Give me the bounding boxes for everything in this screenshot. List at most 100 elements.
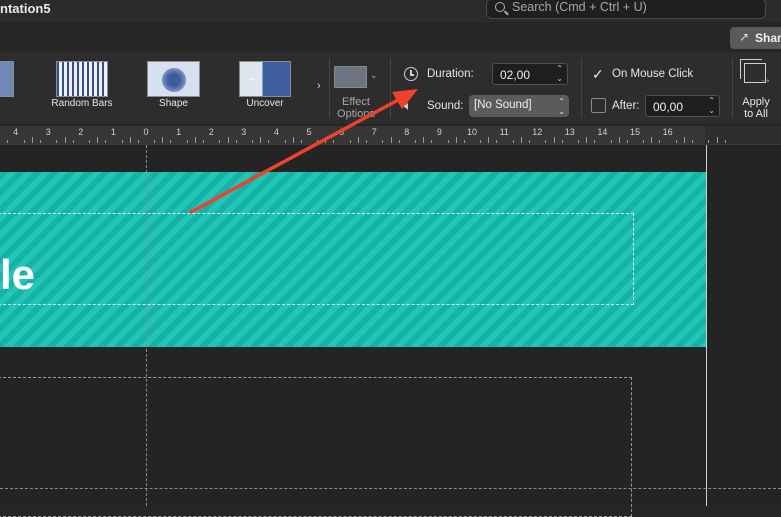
ruler-tick bbox=[594, 140, 596, 143]
ruler-tick bbox=[683, 137, 685, 143]
ruler-tick bbox=[708, 140, 710, 143]
ruler-tick bbox=[643, 140, 645, 143]
ruler-tick bbox=[97, 137, 99, 143]
ruler-tick bbox=[463, 140, 465, 143]
select-arrows-icon: ⌃ ⌄ bbox=[558, 97, 565, 116]
ruler-tick bbox=[227, 137, 229, 143]
share-button[interactable]: ↗ Shar bbox=[730, 27, 781, 49]
ruler-label: 14 bbox=[597, 127, 608, 137]
ruler-tick bbox=[716, 137, 718, 143]
ruler-tick bbox=[31, 137, 33, 143]
horizontal-ruler[interactable]: 4 3 2 1 0 1 2 3 4 5 6 7 8 9 10 11 12 13 14 15 16 bbox=[0, 126, 781, 145]
stepper-arrows-icon[interactable]: ⌃ ⌄ bbox=[556, 64, 563, 84]
ruler-tick bbox=[219, 140, 221, 143]
ruler-tick bbox=[724, 140, 726, 143]
ruler-tick bbox=[659, 140, 661, 143]
content-placeholder[interactable] bbox=[0, 377, 632, 517]
duration-label: Duration: bbox=[427, 68, 474, 80]
ruler-tick bbox=[325, 137, 327, 143]
transition-random-bars[interactable] bbox=[56, 61, 108, 97]
ruler-tick bbox=[284, 140, 286, 143]
ruler-label: 2 bbox=[78, 127, 84, 137]
ruler-tick bbox=[496, 140, 498, 143]
ruler-tick bbox=[64, 137, 66, 143]
ruler-label: 5 bbox=[306, 127, 312, 137]
chevron-down-icon[interactable]: ⌄ bbox=[370, 70, 378, 81]
ruler-label: 2 bbox=[208, 127, 214, 137]
title-placeholder[interactable] bbox=[0, 213, 634, 305]
ruler-tick bbox=[333, 140, 335, 143]
apply-to-all-icon[interactable] bbox=[740, 59, 772, 86]
transition-random-bars-label: Random Bars bbox=[51, 98, 113, 109]
share-icon: ↗ bbox=[739, 30, 750, 44]
ruler-tick bbox=[520, 137, 522, 143]
ruler-tick bbox=[349, 140, 351, 143]
gallery-next-chevron-icon[interactable]: › bbox=[317, 80, 321, 92]
ruler-tick bbox=[105, 140, 107, 143]
ruler-label: 4 bbox=[13, 127, 19, 137]
duration-value[interactable]: 02,00 bbox=[500, 68, 530, 82]
sound-select[interactable]: [No Sound] ⌃ ⌄ bbox=[469, 95, 569, 117]
ribbon-divider bbox=[390, 58, 391, 118]
ruler-tick bbox=[586, 137, 588, 143]
ruler-tick bbox=[382, 140, 384, 143]
ruler-tick bbox=[675, 140, 677, 143]
ruler-tick bbox=[154, 140, 156, 143]
ruler-tick bbox=[431, 140, 433, 143]
ruler-label: 1 bbox=[110, 127, 116, 137]
ruler-tick bbox=[455, 137, 457, 143]
slide-title-text[interactable]: le bbox=[0, 251, 35, 299]
ribbon-divider bbox=[329, 58, 330, 118]
ruler-tick bbox=[561, 140, 563, 143]
ruler-label: 13 bbox=[564, 127, 575, 137]
stepper-arrows-icon[interactable]: ⌃ ⌄ bbox=[708, 96, 715, 116]
ruler-tick bbox=[618, 137, 620, 143]
ruler-tick bbox=[194, 137, 196, 143]
ruler-tick bbox=[292, 137, 294, 143]
after-label: After: bbox=[612, 100, 640, 112]
search-placeholder: Search (Cmd + Ctrl + U) bbox=[512, 0, 647, 14]
ruler-tick bbox=[203, 140, 205, 143]
ruler-tick bbox=[251, 140, 253, 143]
apply-to-all-label[interactable]: Apply to All bbox=[742, 96, 770, 120]
ruler-tick bbox=[268, 140, 270, 143]
duration-stepper[interactable]: 02,00 ⌃ ⌄ bbox=[492, 63, 568, 85]
ruler-tick bbox=[390, 137, 392, 143]
ruler-tick bbox=[72, 140, 74, 143]
ruler-tick bbox=[129, 137, 131, 143]
ribbon-divider bbox=[732, 58, 733, 118]
search-box[interactable]: Search (Cmd + Ctrl + U) bbox=[486, 0, 766, 19]
ruler-tick bbox=[414, 140, 416, 143]
ruler-label: 6 bbox=[339, 127, 345, 137]
after-stepper[interactable]: 00,00 ⌃ ⌄ bbox=[645, 95, 720, 117]
speaker-icon: 🔈︎ bbox=[404, 98, 412, 113]
ruler-tick bbox=[357, 137, 359, 143]
document-title: ntation5 bbox=[0, 1, 51, 16]
ruler-tick bbox=[553, 137, 555, 143]
transition-uncover[interactable] bbox=[239, 61, 291, 97]
after-checkbox[interactable] bbox=[591, 98, 606, 113]
ruler-tick bbox=[56, 140, 58, 143]
ruler-label: 10 bbox=[467, 127, 478, 137]
ruler-tick bbox=[610, 140, 612, 143]
ruler-label: 3 bbox=[45, 127, 51, 137]
ruler-tick bbox=[651, 137, 653, 143]
ruler-label: 11 bbox=[499, 127, 509, 137]
on-mouse-click-checkbox[interactable]: ✓ bbox=[592, 66, 604, 83]
search-icon bbox=[495, 2, 505, 12]
ruler-tick bbox=[488, 137, 490, 143]
ruler-tick bbox=[512, 140, 514, 143]
vertical-guide[interactable] bbox=[146, 145, 147, 506]
after-value[interactable]: 00,00 bbox=[653, 100, 683, 114]
transition-shape[interactable] bbox=[147, 61, 200, 97]
ruler-label: 16 bbox=[662, 127, 673, 137]
ruler-label: 9 bbox=[436, 127, 442, 137]
ruler-tick bbox=[577, 140, 579, 143]
effect-options-button[interactable] bbox=[334, 66, 367, 88]
ruler-tick bbox=[162, 137, 164, 143]
ruler-tick bbox=[40, 140, 42, 143]
ruler-tick bbox=[529, 140, 531, 143]
horizontal-guide[interactable] bbox=[0, 488, 781, 489]
transition-thumb-partial[interactable] bbox=[0, 61, 14, 97]
ruler-label: 4 bbox=[273, 127, 279, 137]
